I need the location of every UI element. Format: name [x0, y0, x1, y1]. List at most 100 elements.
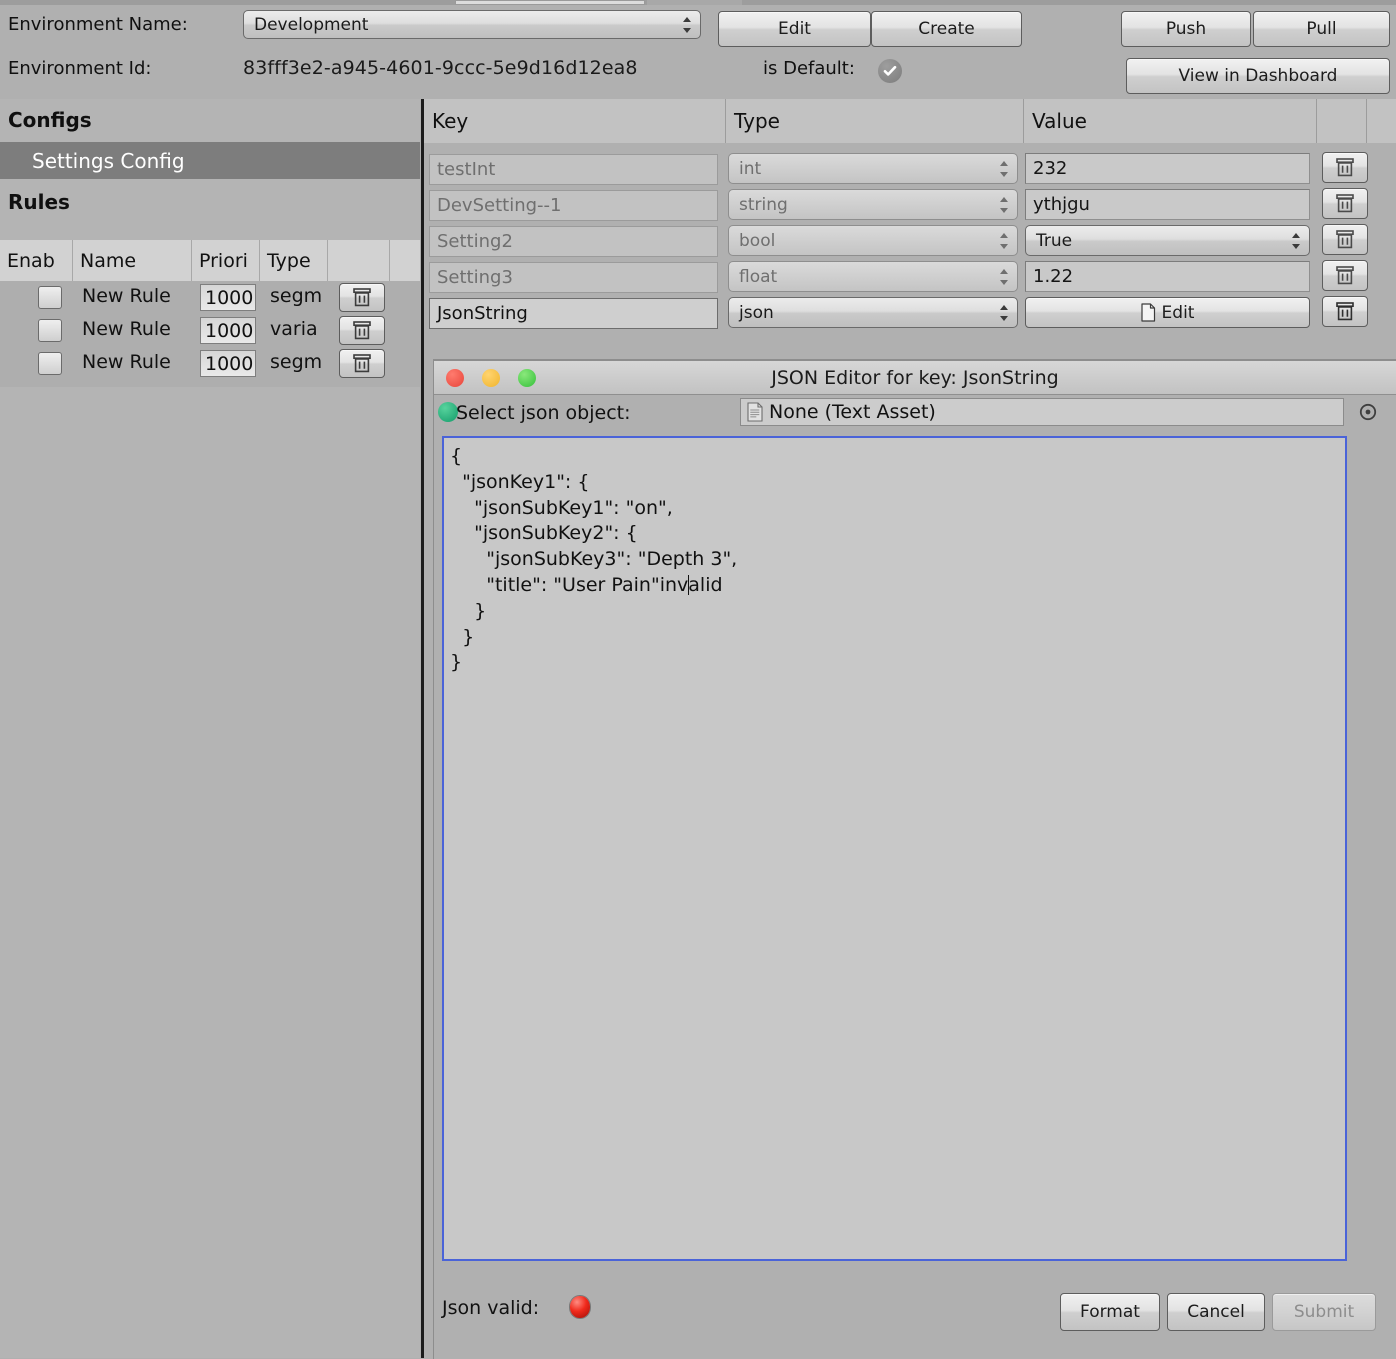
config-value-text: True: [1036, 231, 1072, 251]
config-type-dropdown[interactable]: int: [728, 153, 1018, 184]
table-row: testInt int 232: [424, 152, 1396, 188]
rule-name: New Rule: [82, 351, 171, 373]
rules-col-spacer: [389, 240, 420, 281]
config-value-dropdown[interactable]: True: [1025, 225, 1310, 256]
config-col-actions: [1316, 99, 1366, 143]
rules-col-actions: [327, 240, 389, 281]
view-in-dashboard-button[interactable]: View in Dashboard: [1126, 58, 1390, 94]
config-delete-button[interactable]: [1322, 152, 1368, 183]
config-key-input[interactable]: Setting2: [429, 226, 718, 257]
config-delete-button[interactable]: [1322, 260, 1368, 291]
rule-name: New Rule: [82, 318, 171, 340]
chevron-updown-icon: [682, 17, 691, 33]
table-row: JsonString json Edit: [424, 296, 1396, 332]
config-key-input[interactable]: JsonString: [429, 298, 718, 329]
rule-delete-button[interactable]: [339, 316, 385, 345]
check-icon: [882, 63, 898, 79]
create-button[interactable]: Create: [871, 11, 1022, 47]
rules-col-name: Name: [72, 240, 191, 281]
rules-col-priority: Priori: [191, 240, 259, 281]
json-editor-footer: Json valid: Format Cancel Submit: [434, 1281, 1396, 1341]
edit-button[interactable]: Edit: [718, 11, 871, 47]
table-row[interactable]: New Rule 1000 segm: [0, 281, 420, 314]
table-row: DevSetting--1 string ythjgu: [424, 188, 1396, 224]
trash-icon: [1334, 229, 1356, 250]
rule-type: segm: [270, 285, 325, 307]
json-editor-title: JSON Editor for key: JsonString: [771, 367, 1059, 389]
json-text-editor[interactable]: { "jsonKey1": { "jsonSubKey1": "on", "js…: [442, 436, 1347, 1261]
rules-list: New Rule 1000 segm New Rule 1000 varia: [0, 281, 420, 387]
trash-icon: [1334, 193, 1356, 214]
trash-icon: [1334, 157, 1356, 178]
config-type-dropdown[interactable]: bool: [728, 225, 1018, 256]
rule-enabled-checkbox[interactable]: [38, 286, 62, 309]
config-type-dropdown[interactable]: float: [728, 261, 1018, 292]
environment-id-label: Environment Id:: [8, 58, 151, 79]
rule-delete-button[interactable]: [339, 349, 385, 378]
environment-toolbar: Environment Name: Development Edit Creat…: [0, 5, 1396, 99]
config-type-dropdown[interactable]: json: [728, 297, 1018, 328]
rule-priority-input[interactable]: 1000: [200, 350, 256, 377]
config-key-input[interactable]: DevSetting--1: [429, 190, 718, 221]
json-valid-label: Json valid:: [442, 1297, 539, 1319]
table-row[interactable]: New Rule 1000 segm: [0, 347, 420, 380]
object-picker-icon[interactable]: [1359, 403, 1377, 421]
environment-name-dropdown[interactable]: Development: [243, 10, 701, 39]
json-editor-titlebar: JSON Editor for key: JsonString: [434, 361, 1396, 395]
chevron-updown-icon: [999, 269, 1008, 285]
cancel-button[interactable]: Cancel: [1167, 1293, 1265, 1331]
table-row: Setting3 float 1.22: [424, 260, 1396, 296]
rule-type: varia: [270, 318, 325, 340]
json-object-field[interactable]: None (Text Asset): [740, 398, 1344, 426]
trash-icon: [351, 353, 373, 374]
rule-enabled-checkbox[interactable]: [38, 352, 62, 375]
config-key-input[interactable]: Setting3: [429, 262, 718, 293]
document-icon: [1141, 303, 1156, 322]
json-editor-window: JSON Editor for key: JsonString Select j…: [434, 360, 1396, 1359]
chevron-updown-icon: [999, 305, 1008, 321]
config-value-input[interactable]: 232: [1025, 153, 1310, 184]
config-value-input[interactable]: ythjgu: [1025, 189, 1310, 220]
config-col-spacer: [1366, 99, 1396, 143]
config-value-input[interactable]: 1.22: [1025, 261, 1310, 292]
config-col-value: Value: [1023, 99, 1316, 143]
text-asset-icon: [747, 402, 763, 422]
chevron-updown-icon: [999, 233, 1008, 249]
json-object-selector-row: Select json object: None (Text Asset): [434, 395, 1396, 431]
close-icon[interactable]: [446, 369, 464, 387]
status-dot-icon: [438, 402, 458, 422]
environment-name-value: Development: [254, 15, 368, 35]
config-delete-button[interactable]: [1322, 224, 1368, 255]
config-value-edit-button[interactable]: Edit: [1025, 297, 1310, 328]
format-button[interactable]: Format: [1060, 1293, 1160, 1331]
config-type-value: string: [739, 195, 788, 215]
is-default-checkbox[interactable]: [878, 59, 902, 83]
rule-priority-input[interactable]: 1000: [200, 284, 256, 311]
maximize-icon[interactable]: [518, 369, 536, 387]
table-row[interactable]: New Rule 1000 varia: [0, 314, 420, 347]
config-delete-button[interactable]: [1322, 188, 1368, 219]
config-table-header: Key Type Value: [424, 99, 1396, 143]
config-type-dropdown[interactable]: string: [728, 189, 1018, 220]
chevron-updown-icon: [1291, 233, 1300, 249]
rules-col-enabled: Enab: [0, 240, 72, 281]
push-button[interactable]: Push: [1121, 11, 1251, 47]
configs-header: Configs: [0, 99, 420, 141]
trash-icon: [1334, 265, 1356, 286]
is-default-label: is Default:: [763, 58, 855, 79]
rule-priority-input[interactable]: 1000: [200, 317, 256, 344]
minimize-icon[interactable]: [482, 369, 500, 387]
config-type-value: int: [739, 159, 761, 179]
config-type-value: float: [739, 267, 777, 287]
config-col-type: Type: [725, 99, 1023, 143]
environment-id-value: 83fff3e2-a945-4601-9ccc-5e9d16d12ea8: [243, 57, 638, 79]
rule-delete-button[interactable]: [339, 283, 385, 312]
config-key-input[interactable]: testInt: [429, 154, 718, 185]
sidebar-item-settings-config[interactable]: Settings Config: [0, 142, 420, 179]
sidebar-item-label: Settings Config: [32, 149, 185, 173]
select-json-object-label: Select json object:: [456, 402, 631, 424]
pull-button[interactable]: Pull: [1253, 11, 1390, 47]
config-delete-button[interactable]: [1322, 296, 1368, 327]
rule-enabled-checkbox[interactable]: [38, 319, 62, 342]
rules-table-header: Enab Name Priori Type: [0, 240, 420, 281]
